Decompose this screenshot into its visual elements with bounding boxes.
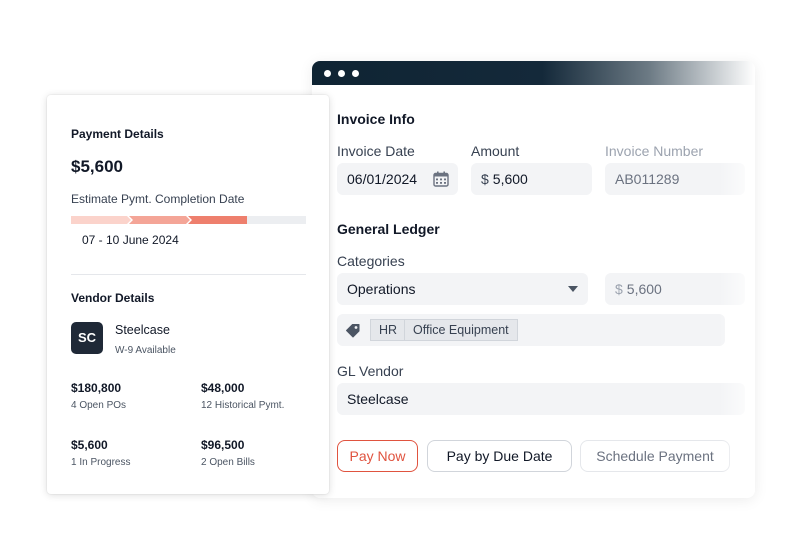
- vendor-avatar: SC: [71, 322, 103, 354]
- categories-select[interactable]: Operations: [337, 273, 588, 305]
- general-ledger-heading: General Ledger: [337, 221, 440, 237]
- vendor-w9-status: W-9 Available: [115, 345, 176, 356]
- invoice-info-heading: Invoice Info: [337, 111, 415, 127]
- categories-label: Categories: [337, 253, 405, 269]
- stat-historical-label: 12 Historical Pymt.: [201, 400, 285, 411]
- completion-date-range: 07 - 10 June 2024: [82, 233, 179, 247]
- window-dot-icon: [352, 70, 359, 77]
- stat-historical-value: $48,000: [201, 381, 245, 395]
- stat-in-progress-label: 1 In Progress: [71, 457, 131, 468]
- stat-open-bills-label: 2 Open Bills: [201, 457, 255, 468]
- estimate-date-label: Estimate Pymt. Completion Date: [71, 192, 245, 206]
- payment-amount: $5,600: [71, 157, 123, 176]
- progress-step-1: [71, 216, 131, 224]
- vendor-name: Steelcase: [115, 323, 170, 337]
- payment-details-title: Payment Details: [71, 127, 164, 141]
- invoice-window: Invoice Info Invoice Date 06/01/2024 Amo…: [312, 61, 755, 498]
- vendor-details-title: Vendor Details: [71, 291, 155, 305]
- tags-bar[interactable]: HR Office Equipment: [337, 314, 725, 346]
- stat-open-bills-value: $96,500: [201, 438, 245, 452]
- invoice-number-value: AB011289: [615, 171, 680, 187]
- invoice-date-value: 06/01/2024: [347, 171, 418, 187]
- progress-step-2: [129, 216, 190, 224]
- tag-icon: [346, 324, 360, 338]
- window-dot-icon: [338, 70, 345, 77]
- window-titlebar: [312, 61, 755, 85]
- progress-step-remaining: [247, 216, 306, 224]
- stat-in-progress-value: $5,600: [71, 438, 108, 452]
- amount-value: 5,600: [492, 171, 528, 187]
- stat-open-pos-value: $180,800: [71, 381, 122, 395]
- invoice-number-label: Invoice Number: [605, 143, 704, 159]
- tag-chip-office-equipment[interactable]: Office Equipment: [404, 319, 518, 341]
- stat-open-pos-label: 4 Open POs: [71, 400, 127, 411]
- amount-label: Amount: [471, 143, 520, 159]
- invoice-date-label: Invoice Date: [337, 143, 415, 159]
- pay-by-due-date-button[interactable]: Pay by Due Date: [427, 440, 572, 472]
- gl-vendor-value: Steelcase: [347, 391, 409, 407]
- categories-selected-value: Operations: [347, 281, 416, 297]
- progress-step-3: [188, 216, 247, 224]
- amount-field[interactable]: $5,600: [471, 163, 592, 195]
- category-amount-currency: $: [615, 281, 623, 297]
- card-divider: [71, 274, 306, 275]
- amount-currency: $: [481, 171, 489, 187]
- gl-vendor-label: GL Vendor: [337, 363, 404, 379]
- calendar-icon[interactable]: [433, 171, 449, 187]
- schedule-payment-button[interactable]: Schedule Payment: [580, 440, 730, 472]
- dropdown-caret-icon: [568, 286, 578, 292]
- payment-details-card: Payment Details $5,600 Estimate Pymt. Co…: [47, 95, 329, 494]
- gl-vendor-field[interactable]: Steelcase: [337, 383, 745, 415]
- payment-progress-bar: [71, 216, 306, 224]
- window-dot-icon: [324, 70, 331, 77]
- pay-now-button[interactable]: Pay Now: [337, 440, 418, 472]
- invoice-date-field[interactable]: 06/01/2024: [337, 163, 458, 195]
- category-amount-value: 5,600: [626, 281, 662, 297]
- invoice-number-field[interactable]: AB011289: [605, 163, 745, 195]
- tag-chip-hr[interactable]: HR: [370, 319, 407, 341]
- category-amount-field[interactable]: $5,600: [605, 273, 745, 305]
